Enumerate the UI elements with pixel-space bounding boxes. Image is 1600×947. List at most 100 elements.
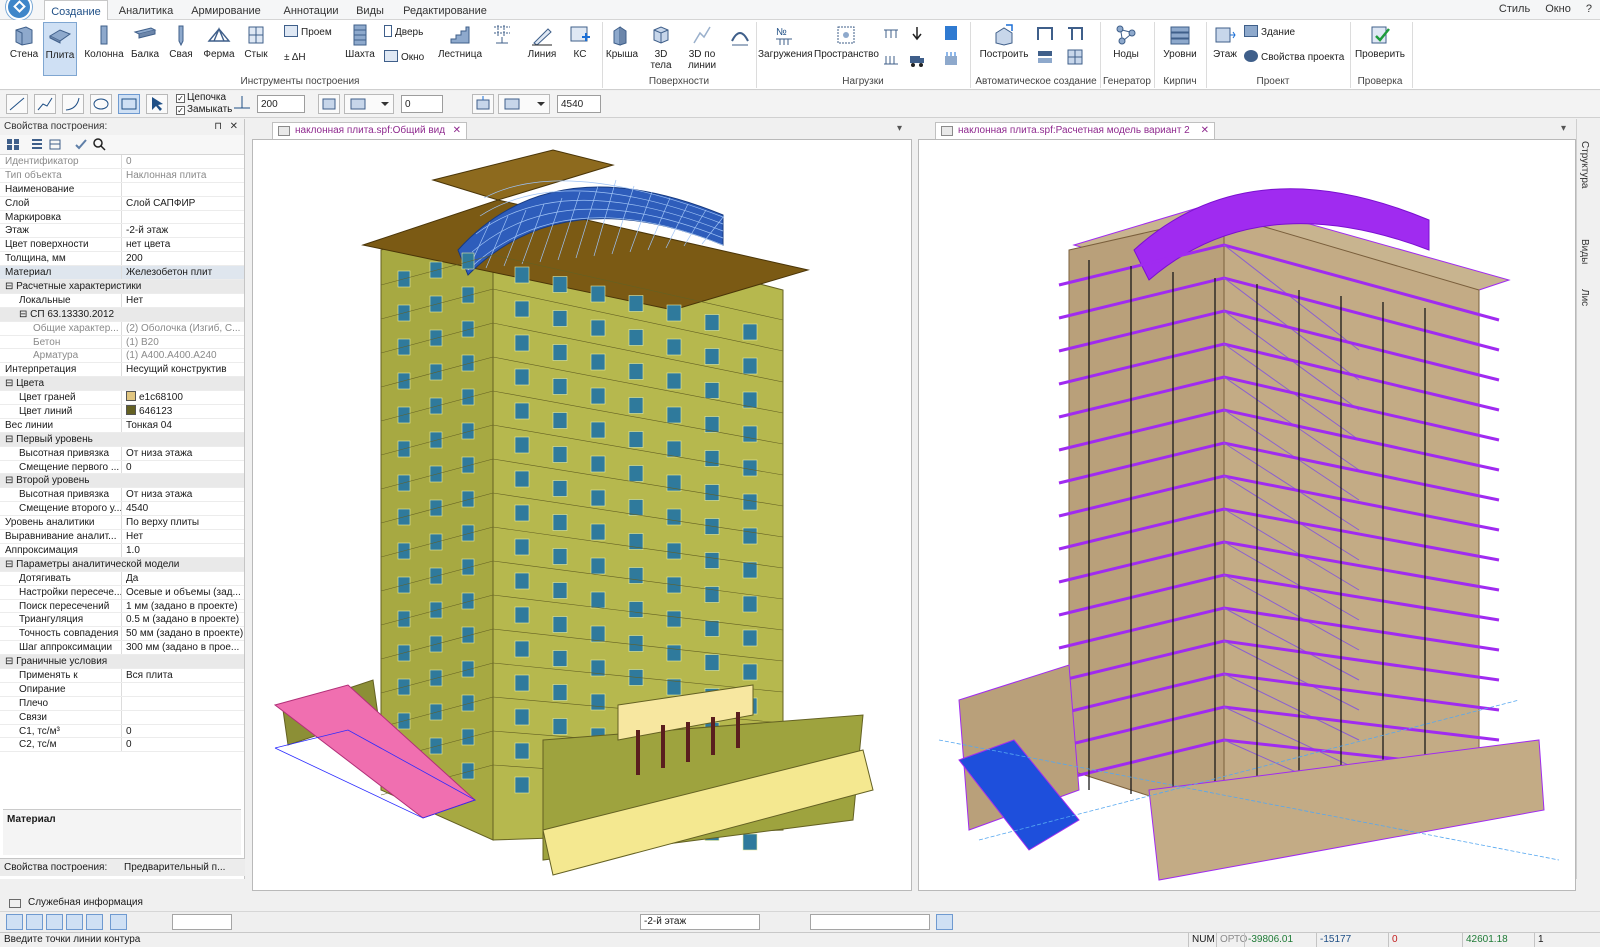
dimension-icon[interactable] [284,914,301,930]
property-row[interactable]: Плечо [0,696,244,711]
help-button[interactable]: ? [1586,3,1592,15]
property-row[interactable]: Слой Слой САПФИР [0,196,244,211]
layer-filter-icon[interactable] [332,914,349,930]
delta-h-button[interactable]: ± ΔН [284,50,306,66]
view-cube-1-icon[interactable] [480,914,497,930]
vehicle-load-icon[interactable] [908,52,926,68]
display-mode-4-icon[interactable] [418,914,435,930]
property-value[interactable]: Осевые и объемы (зад... [122,586,244,599]
property-row[interactable]: Материал Железобетон плит [0,266,244,281]
ks-button[interactable]: КС [563,22,597,60]
offset-input[interactable] [401,95,443,113]
property-row[interactable]: ⊟ Расчетные характеристики [0,280,244,294]
tab-analytic-model[interactable]: наклонная плита.spf:Расчетная модель вар… [935,122,1215,139]
property-row[interactable]: Связи [0,710,244,725]
property-row[interactable]: Точность совпадения 50 мм (задано в проек… [0,627,244,642]
truss-button[interactable]: Ферма [200,22,238,60]
selection-cascade-icon[interactable] [976,914,993,930]
property-row[interactable]: С1, тс/м³ 0 [0,724,244,739]
analytic-viewport[interactable] [918,139,1576,891]
grid-axes-button[interactable] [490,22,514,49]
project-props-button[interactable]: Свойства проекта [1244,50,1344,66]
orto-indicator[interactable]: ОРТО [1216,933,1247,947]
select-cursor-icon[interactable] [146,94,168,114]
auto-slabs-icon[interactable] [1036,48,1054,66]
property-row[interactable]: ⊟ Первый уровень [0,432,244,447]
level-mode-icon[interactable] [472,94,494,114]
property-value[interactable]: 0 [122,738,244,751]
tab-editing[interactable]: Редактирование [400,0,490,21]
nodes-button[interactable]: Ноды [1104,22,1148,60]
line-load-icon[interactable] [882,52,900,68]
by-line-3d-button[interactable]: 3D по линии [680,22,724,71]
draw-arc-icon[interactable] [62,94,84,114]
tab-build-properties[interactable]: Свойства построения: [4,862,107,873]
property-row[interactable]: Этаж -2-й этаж [0,224,244,239]
property-value[interactable] [122,697,244,710]
property-value[interactable]: Железобетон плит [122,266,244,279]
layer-icon[interactable] [312,914,329,930]
list-view-icon[interactable] [30,138,44,151]
filter-select[interactable] [810,914,930,930]
app-logo-icon[interactable] [6,0,32,20]
property-value[interactable]: (1) А400.А400.А240 [122,349,244,362]
property-value[interactable]: 0 [122,725,244,738]
section-icon[interactable] [596,914,613,930]
property-row[interactable]: С2, тс/м 0 [0,738,244,753]
property-row[interactable]: Поиск пересечений 1 мм (задано в проекте) [0,599,244,614]
rotate-icon[interactable] [1056,914,1073,930]
light-on-icon[interactable] [558,914,575,930]
property-value[interactable] [122,711,244,724]
mirror-icon[interactable] [1100,914,1117,930]
levels-button[interactable]: Уровни [1158,22,1202,60]
dock-tab-structure[interactable]: Структура [1579,141,1590,188]
filter-view-icon[interactable] [48,138,62,151]
property-row[interactable]: Смещение первого ... 0 [0,460,244,475]
property-row[interactable]: ⊟ Параметры аналитической модели [0,557,244,572]
property-value[interactable]: Да [122,572,244,585]
auto-beams-icon[interactable] [1066,24,1084,42]
wall-button[interactable]: Стена [6,22,42,60]
property-row[interactable]: ⊟ Граничные условия [0,655,244,669]
property-row[interactable]: Триангуляция 0.5 м (задано в проекте) [0,613,244,628]
property-row[interactable]: Опирание [0,682,244,697]
property-value[interactable]: 300 мм (задано в прое... [122,641,244,654]
search-icon[interactable] [92,138,106,151]
arch-surface-button[interactable] [728,22,752,49]
property-value[interactable]: 1.0 [122,544,244,557]
draw-rectangle-icon[interactable] [118,94,140,114]
property-value[interactable]: Вся плита [122,669,244,682]
property-value[interactable]: 646123 [122,405,244,418]
property-row[interactable]: Толщина, мм 200 [0,252,244,267]
auto-columns-icon[interactable] [1066,48,1084,66]
close-tab-icon[interactable]: ✕ [1201,123,1209,139]
level-anchor-dropdown[interactable] [498,94,550,114]
snap-center-icon[interactable] [86,914,103,930]
verify-button[interactable]: Проверить [1354,22,1406,60]
roof-button[interactable]: Крыша [604,22,640,60]
line-button[interactable]: Линия [522,22,562,60]
display-mode-2-icon[interactable] [382,914,399,930]
column-button[interactable]: Колонна [82,22,126,60]
snap-tracking-icon[interactable] [130,914,147,930]
property-row[interactable]: ⊟ Второй уровень [0,474,244,489]
measure-point-icon[interactable] [260,914,277,930]
category-view-icon[interactable] [6,138,20,151]
tab-views[interactable]: Виды [350,0,390,21]
model-viewport[interactable] [252,139,912,891]
property-row[interactable]: Выравнивание аналит... Нет [0,530,244,544]
area-load-icon[interactable] [942,50,960,68]
tab-preview[interactable]: Предварительный п... [124,862,225,873]
measure-line-icon[interactable] [240,914,257,930]
level-input[interactable] [557,95,601,113]
dock-tab-views[interactable]: Виды [1579,239,1590,264]
snap-mode-icon[interactable] [318,94,340,114]
property-row[interactable]: Интерпретация Несущий конструктив [0,363,244,378]
property-value[interactable]: Несущий конструктив [122,363,244,376]
property-value[interactable]: От низа этажа [122,488,244,501]
property-row[interactable]: ⊟ Цвета [0,377,244,392]
property-value[interactable]: нет цвета [122,238,244,251]
property-value[interactable] [122,211,244,224]
tab-create[interactable]: Создание [44,0,108,21]
property-value[interactable]: Тонкая 04 [122,419,244,432]
